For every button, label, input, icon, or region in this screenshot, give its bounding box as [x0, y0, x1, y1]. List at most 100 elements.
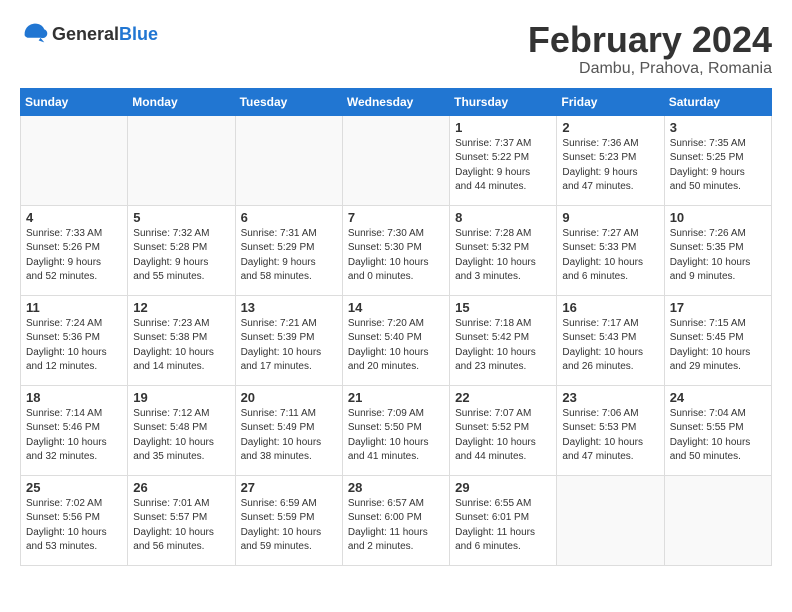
day-number: 2 [562, 120, 658, 135]
day-number: 19 [133, 390, 229, 405]
col-header-wednesday: Wednesday [342, 88, 449, 115]
title-section: February 2024 Dambu, Prahova, Romania [528, 20, 772, 78]
col-header-friday: Friday [557, 88, 664, 115]
calendar-cell: 21 Sunrise: 7:09 AM Sunset: 5:50 PM Dayli… [342, 385, 449, 475]
calendar-cell: 29 Sunrise: 6:55 AM Sunset: 6:01 PM Dayli… [450, 475, 557, 565]
day-detail: Sunrise: 7:23 AM Sunset: 5:38 PM Dayligh… [133, 317, 229, 375]
day-number: 17 [670, 300, 766, 315]
calendar-cell: 26Sunrise: 7:01 AM Sunset: 5:57 PM Dayli… [128, 475, 235, 565]
day-number: 3 [670, 120, 766, 135]
day-detail: Sunrise: 7:12 AM Sunset: 5:48 PM Dayligh… [133, 407, 229, 465]
calendar-cell: 6 Sunrise: 7:31 AM Sunset: 5:29 PM Daylig… [235, 205, 342, 295]
day-number: 21 [348, 390, 444, 405]
location-subtitle: Dambu, Prahova, Romania [528, 60, 772, 78]
calendar-cell: 11 Sunrise: 7:24 AM Sunset: 5:36 PM Dayli… [21, 295, 128, 385]
calendar-cell [235, 115, 342, 205]
col-header-monday: Monday [128, 88, 235, 115]
day-number: 23 [562, 390, 658, 405]
calendar-cell: 14Sunrise: 7:20 AM Sunset: 5:40 PM Dayli… [342, 295, 449, 385]
day-detail: Sunrise: 7:33 AM Sunset: 5:26 PM Dayligh… [26, 227, 122, 285]
page-header: GeneralBlue February 2024 Dambu, Prahova… [20, 20, 772, 78]
calendar-cell: 15 Sunrise: 7:18 AM Sunset: 5:42 PM Dayli… [450, 295, 557, 385]
day-number: 18 [26, 390, 122, 405]
day-number: 7 [348, 210, 444, 225]
calendar-cell [128, 115, 235, 205]
day-number: 12 [133, 300, 229, 315]
calendar-cell: 27 Sunrise: 6:59 AM Sunset: 5:59 PM Dayli… [235, 475, 342, 565]
day-detail: Sunrise: 7:31 AM Sunset: 5:29 PM Dayligh… [241, 227, 337, 285]
calendar-cell: 9 Sunrise: 7:27 AM Sunset: 5:33 PM Daylig… [557, 205, 664, 295]
day-detail: Sunrise: 6:55 AM Sunset: 6:01 PM Dayligh… [455, 497, 551, 555]
day-detail: Sunrise: 7:02 AM Sunset: 5:56 PM Dayligh… [26, 497, 122, 555]
day-number: 8 [455, 210, 551, 225]
day-number: 28 [348, 480, 444, 495]
calendar-cell: 17 Sunrise: 7:15 AM Sunset: 5:45 PM Dayli… [664, 295, 771, 385]
calendar-cell: 25Sunrise: 7:02 AM Sunset: 5:56 PM Dayli… [21, 475, 128, 565]
day-detail: Sunrise: 7:06 AM Sunset: 5:53 PM Dayligh… [562, 407, 658, 465]
day-detail: Sunrise: 7:28 AM Sunset: 5:32 PM Dayligh… [455, 227, 551, 285]
calendar-cell: 23 Sunrise: 7:06 AM Sunset: 5:53 PM Dayli… [557, 385, 664, 475]
calendar-cell: 1 Sunrise: 7:37 AM Sunset: 5:22 PM Daylig… [450, 115, 557, 205]
calendar-cell: 13 Sunrise: 7:21 AM Sunset: 5:39 PM Dayli… [235, 295, 342, 385]
day-detail: Sunrise: 6:57 AM Sunset: 6:00 PM Dayligh… [348, 497, 444, 555]
day-number: 15 [455, 300, 551, 315]
calendar-cell: 12 Sunrise: 7:23 AM Sunset: 5:38 PM Dayli… [128, 295, 235, 385]
day-number: 5 [133, 210, 229, 225]
day-number: 11 [26, 300, 122, 315]
day-number: 20 [241, 390, 337, 405]
calendar-cell: 18 Sunrise: 7:14 AM Sunset: 5:46 PM Dayli… [21, 385, 128, 475]
day-number: 4 [26, 210, 122, 225]
calendar-cell [557, 475, 664, 565]
calendar-cell: 2 Sunrise: 7:36 AM Sunset: 5:23 PM Daylig… [557, 115, 664, 205]
day-number: 27 [241, 480, 337, 495]
day-detail: Sunrise: 7:36 AM Sunset: 5:23 PM Dayligh… [562, 137, 658, 195]
calendar-cell [342, 115, 449, 205]
day-detail: Sunrise: 7:11 AM Sunset: 5:49 PM Dayligh… [241, 407, 337, 465]
day-detail: Sunrise: 7:35 AM Sunset: 5:25 PM Dayligh… [670, 137, 766, 195]
calendar-cell: 5 Sunrise: 7:32 AM Sunset: 5:28 PM Daylig… [128, 205, 235, 295]
logo-general: General [52, 24, 119, 44]
day-detail: Sunrise: 7:20 AM Sunset: 5:40 PM Dayligh… [348, 317, 444, 375]
day-detail: Sunrise: 7:09 AM Sunset: 5:50 PM Dayligh… [348, 407, 444, 465]
day-number: 16 [562, 300, 658, 315]
calendar-cell: 22Sunrise: 7:07 AM Sunset: 5:52 PM Dayli… [450, 385, 557, 475]
day-detail: Sunrise: 6:59 AM Sunset: 5:59 PM Dayligh… [241, 497, 337, 555]
calendar-cell: 20 Sunrise: 7:11 AM Sunset: 5:49 PM Dayli… [235, 385, 342, 475]
col-header-tuesday: Tuesday [235, 88, 342, 115]
day-detail: Sunrise: 7:32 AM Sunset: 5:28 PM Dayligh… [133, 227, 229, 285]
col-header-saturday: Saturday [664, 88, 771, 115]
month-year-title: February 2024 [528, 20, 772, 60]
day-detail: Sunrise: 7:07 AM Sunset: 5:52 PM Dayligh… [455, 407, 551, 465]
calendar-cell [21, 115, 128, 205]
day-detail: Sunrise: 7:24 AM Sunset: 5:36 PM Dayligh… [26, 317, 122, 375]
day-detail: Sunrise: 7:01 AM Sunset: 5:57 PM Dayligh… [133, 497, 229, 555]
day-detail: Sunrise: 7:27 AM Sunset: 5:33 PM Dayligh… [562, 227, 658, 285]
day-number: 9 [562, 210, 658, 225]
day-number: 1 [455, 120, 551, 135]
logo-icon [20, 20, 48, 48]
calendar-cell: 8 Sunrise: 7:28 AM Sunset: 5:32 PM Daylig… [450, 205, 557, 295]
day-number: 6 [241, 210, 337, 225]
day-detail: Sunrise: 7:18 AM Sunset: 5:42 PM Dayligh… [455, 317, 551, 375]
day-detail: Sunrise: 7:21 AM Sunset: 5:39 PM Dayligh… [241, 317, 337, 375]
day-detail: Sunrise: 7:04 AM Sunset: 5:55 PM Dayligh… [670, 407, 766, 465]
calendar-table: SundayMondayTuesdayWednesdayThursdayFrid… [20, 88, 772, 566]
day-detail: Sunrise: 7:26 AM Sunset: 5:35 PM Dayligh… [670, 227, 766, 285]
day-detail: Sunrise: 7:14 AM Sunset: 5:46 PM Dayligh… [26, 407, 122, 465]
day-detail: Sunrise: 7:30 AM Sunset: 5:30 PM Dayligh… [348, 227, 444, 285]
day-detail: Sunrise: 7:37 AM Sunset: 5:22 PM Dayligh… [455, 137, 551, 195]
logo-blue: Blue [119, 24, 158, 44]
day-number: 13 [241, 300, 337, 315]
calendar-cell: 4 Sunrise: 7:33 AM Sunset: 5:26 PM Daylig… [21, 205, 128, 295]
day-detail: Sunrise: 7:15 AM Sunset: 5:45 PM Dayligh… [670, 317, 766, 375]
calendar-cell: 7 Sunrise: 7:30 AM Sunset: 5:30 PM Daylig… [342, 205, 449, 295]
calendar-cell: 10 Sunrise: 7:26 AM Sunset: 5:35 PM Dayli… [664, 205, 771, 295]
calendar-cell: 24 Sunrise: 7:04 AM Sunset: 5:55 PM Dayli… [664, 385, 771, 475]
day-number: 29 [455, 480, 551, 495]
logo: GeneralBlue [20, 20, 158, 48]
day-number: 10 [670, 210, 766, 225]
day-detail: Sunrise: 7:17 AM Sunset: 5:43 PM Dayligh… [562, 317, 658, 375]
day-number: 24 [670, 390, 766, 405]
logo-text: GeneralBlue [52, 24, 158, 45]
calendar-cell: 3 Sunrise: 7:35 AM Sunset: 5:25 PM Daylig… [664, 115, 771, 205]
